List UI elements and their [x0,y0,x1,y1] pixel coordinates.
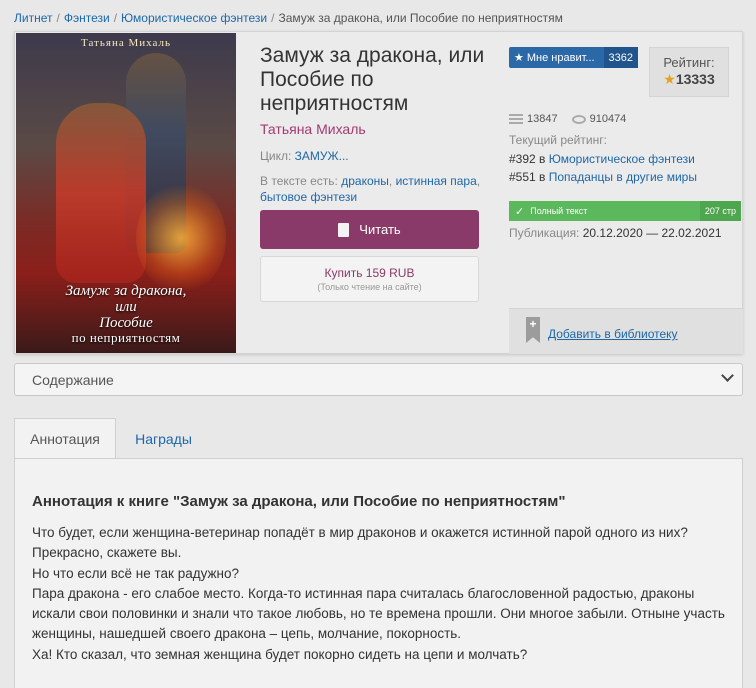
contents-select-value: Содержание [32,372,114,388]
annotation-panel: Аннотация к книге "Замуж за дракона, или… [14,458,743,688]
breadcrumb-item-litnet[interactable]: Литнет [14,11,52,25]
buy-button[interactable]: Купить 159 RUB (Только чтение на сайте) [260,256,479,302]
read-button-label: Читать [359,222,401,237]
cover-title-line: Замуж за дракона, [65,283,187,299]
tab-annotation[interactable]: Аннотация [14,418,116,459]
tags-row: В тексте есть: драконы, истинная пара, б… [260,174,481,204]
like-button-label: Мне нравит... [526,51,595,64]
buy-button-note: (Только чтение на сайте) [317,282,422,292]
publication-label: Публикация: [509,226,580,240]
add-to-library[interactable]: + Добавить в библиотеку [509,308,743,354]
tag-link-true-pair[interactable]: истинная пара [396,174,477,188]
book-info: Замуж за дракона, или Пособие по неприят… [260,44,490,205]
star-icon: ★ [663,71,676,87]
status-badge: ✓ Полный текст 207 стр [509,201,741,221]
tag-link-domestic-fantasy[interactable]: бытовое фэнтези [260,190,357,204]
status-label: Полный текст [530,206,588,216]
buy-button-label: Купить 159 RUB [324,266,415,280]
chevron-down-icon [721,369,734,382]
cover-subtitle: по неприятностям [71,330,181,345]
rating-value: 13333 [675,71,715,87]
bookmark-plus-icon: + [526,317,540,343]
annotation-paragraph: Что будет, если женщина-ветеринар попадё… [32,525,688,540]
rank-position: #551 в [509,170,546,184]
rank-position: #392 в [509,152,546,166]
cover-figure-woman [56,103,146,283]
eye-icon [571,114,586,124]
annotation-paragraph: Но что если всё не так радужно? [32,565,239,581]
rating-value-row: ★13333 [650,71,728,88]
cover-title-line: Пособие [99,315,153,331]
cover-title-line: или [115,299,137,315]
book-cover[interactable]: Татьяна Михаль Замуж за дракона, или Пос… [16,33,236,353]
tags-label: В тексте есть: [260,174,338,188]
breadcrumb-item-humor-fantasy[interactable]: Юмористическое фэнтези [121,11,267,25]
contents-select[interactable]: Содержание [14,363,743,396]
library-icon [509,114,523,124]
rank-row: #392 в Юмористическое фэнтези [509,152,695,166]
library-count: 13847 [527,113,558,125]
cycle-label: Цикл: [260,149,292,163]
annotation-paragraph: Прекрасно, скажете вы. [32,545,182,561]
current-rating-label: Текущий рейтинг: [509,133,607,147]
author-link[interactable]: Татьяна Михаль [260,121,490,137]
rank-row: #551 в Попаданцы в другие миры [509,170,697,184]
page-count: 207 стр [699,201,741,221]
tab-awards[interactable]: Награды [116,418,211,459]
cover-fire-glow [136,183,226,293]
rating-label: Рейтинг: [663,55,715,70]
read-button[interactable]: Читать [260,210,479,249]
tag-link-dragons[interactable]: драконы [341,174,389,188]
stats-row: 13847 910474 [509,113,626,125]
cycle-row: Цикл: ЗАМУЖ... [260,149,490,163]
breadcrumb: Литнет / Фэнтези / Юмористическое фэнтези / За… [14,11,563,25]
breadcrumb-separator: / [56,11,60,25]
rank-genre-link[interactable]: Юмористическое фэнтези [549,152,695,166]
cover-title: Замуж за дракона, или Пособие [16,283,236,331]
annotation-body: Что будет, если женщина-ветеринар попадё… [32,523,732,665]
annotation-paragraph: Пара дракона - его слабое место. Когда-т… [32,585,725,642]
cover-author: Татьяна Михаль [81,37,171,49]
publication-row: Публикация: 20.12.2020 — 22.02.2021 [509,226,722,240]
add-to-library-link[interactable]: Добавить в библиотеку [548,327,678,341]
like-count: 3362 [603,47,638,68]
breadcrumb-current: Замуж за дракона, или Пособие по неприят… [278,11,563,25]
book-card: Татьяна Михаль Замуж за дракона, или Пос… [14,31,743,354]
breadcrumb-item-fantasy[interactable]: Фэнтези [64,11,110,25]
cycle-link[interactable]: ЗАМУЖ... [295,149,349,163]
annotation-paragraph: Ха! Кто сказал, что земная женщина будет… [32,646,528,662]
breadcrumb-separator: / [271,11,275,25]
rating-box: Рейтинг: ★13333 [649,47,729,97]
document-icon [338,222,350,237]
annotation-title: Аннотация к книге "Замуж за дракона, или… [32,493,566,510]
rank-genre-link[interactable]: Попаданцы в другие миры [549,170,697,184]
publication-dates: 20.12.2020 — 22.02.2021 [582,226,722,240]
book-title: Замуж за дракона, или Пособие по неприят… [260,44,485,115]
views-count: 910474 [589,113,627,125]
check-icon: ✓ [515,205,525,218]
star-icon: ★ [514,52,524,64]
like-button[interactable]: ★ Мне нравит... 3362 [509,47,638,68]
breadcrumb-separator: / [113,11,118,25]
